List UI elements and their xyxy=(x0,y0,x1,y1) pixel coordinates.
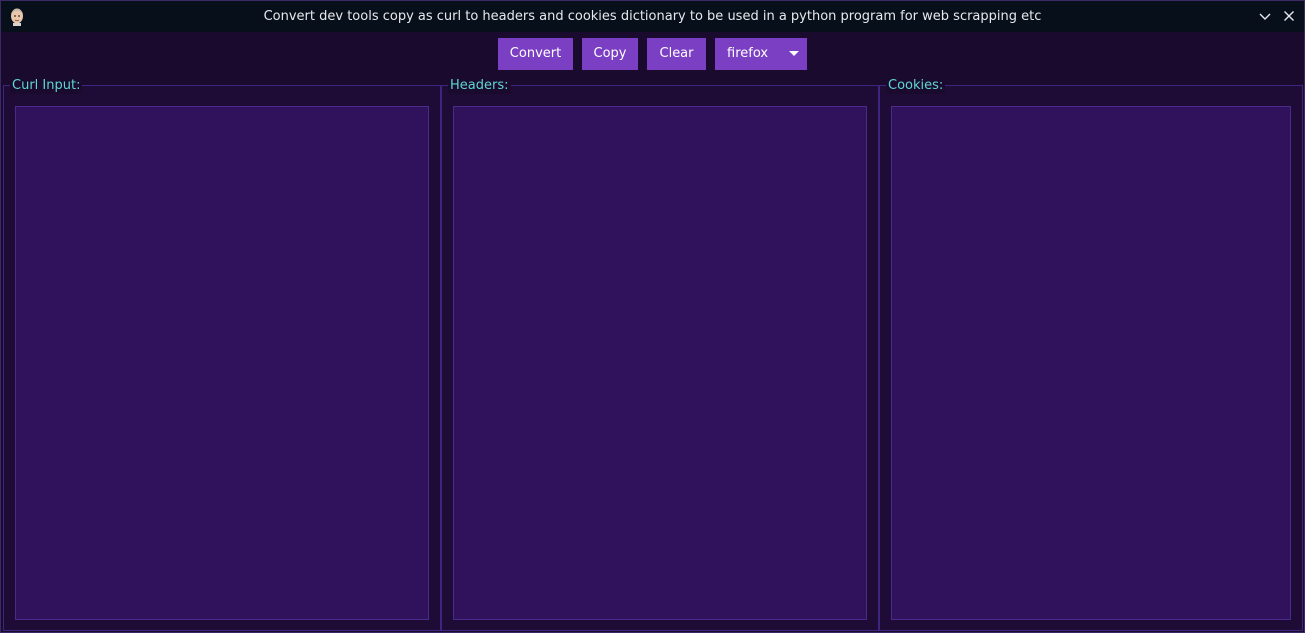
browser-select[interactable]: firefox xyxy=(715,38,807,70)
convert-button[interactable]: Convert xyxy=(498,38,573,70)
close-icon[interactable] xyxy=(1282,9,1296,23)
chevron-down-icon[interactable] xyxy=(1258,9,1272,23)
cookies-label: Cookies: xyxy=(886,78,946,94)
headers-panel: Headers: xyxy=(441,78,879,631)
browser-select-value: firefox xyxy=(727,46,769,61)
cookies-textarea[interactable] xyxy=(891,106,1291,620)
curl-input-label: Curl Input: xyxy=(10,78,83,94)
toolbar: Convert Copy Clear firefox xyxy=(1,32,1304,78)
headers-textarea[interactable] xyxy=(453,106,867,620)
cookies-panel: Cookies: xyxy=(879,78,1303,631)
app-window: Convert dev tools copy as curl to header… xyxy=(0,0,1305,633)
title-bar[interactable]: Convert dev tools copy as curl to header… xyxy=(1,1,1304,32)
curl-input-panel: Curl Input: xyxy=(3,78,441,631)
copy-button[interactable]: Copy xyxy=(582,38,638,70)
caret-down-icon xyxy=(789,51,799,56)
curl-input-textarea[interactable] xyxy=(15,106,429,620)
headers-label: Headers: xyxy=(448,78,511,94)
clear-button[interactable]: Clear xyxy=(647,38,706,70)
window-title: Convert dev tools copy as curl to header… xyxy=(263,9,1042,24)
